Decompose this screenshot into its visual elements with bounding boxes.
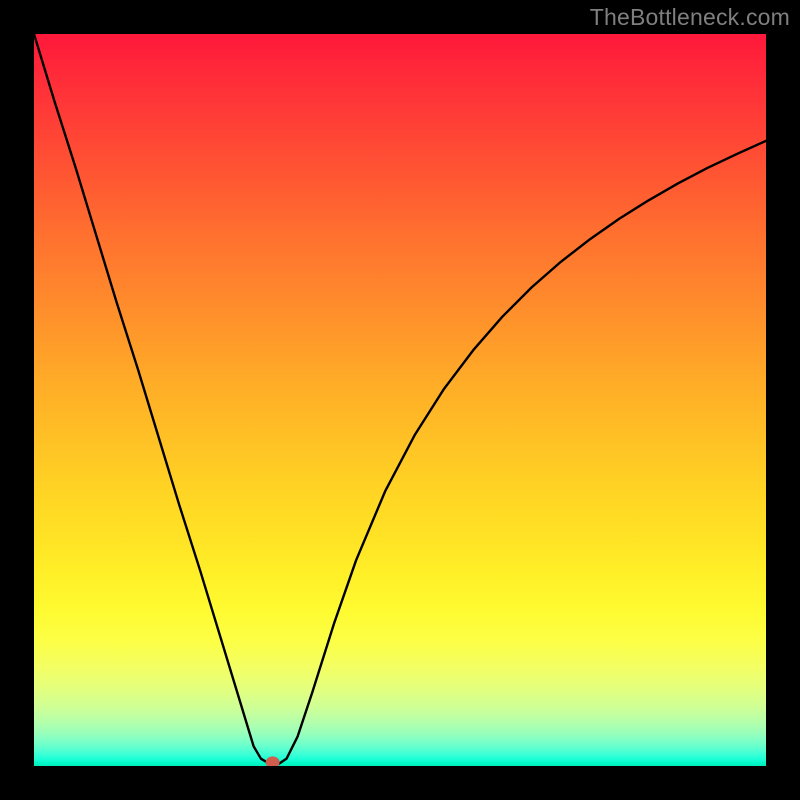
minimum-marker bbox=[266, 756, 280, 766]
curve-svg bbox=[34, 34, 766, 766]
watermark-text: TheBottleneck.com bbox=[590, 4, 790, 31]
chart-frame: TheBottleneck.com bbox=[0, 0, 800, 800]
bottleneck-curve bbox=[34, 34, 766, 765]
plot-area bbox=[34, 34, 766, 766]
